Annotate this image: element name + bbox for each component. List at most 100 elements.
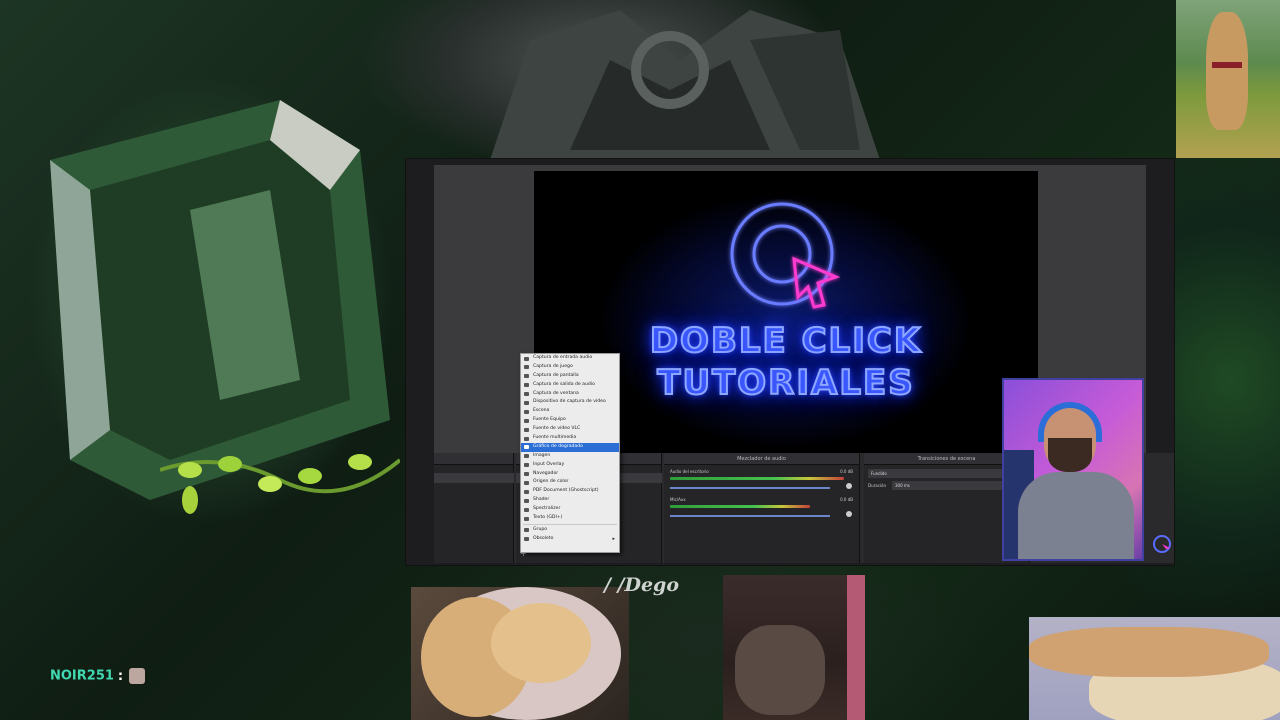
menu-item-label: PDF Document (Ghostscript): [533, 488, 599, 494]
menu-item-label: Captura de pantalla: [533, 372, 579, 378]
mixer-channel-1-db: 0.0 dB: [840, 469, 853, 474]
chat-emote-icon: [129, 668, 146, 684]
menu-item[interactable]: Fuente Equipo: [521, 416, 619, 425]
menu-item-label: Grupo: [533, 526, 548, 532]
pink-door: [847, 575, 865, 720]
background-vines-art: [160, 454, 400, 514]
menu-item[interactable]: Captura de ventana: [521, 390, 619, 399]
menu-item[interactable]: Captura de juego: [521, 363, 619, 372]
streamer-shirt: [1018, 472, 1134, 559]
menu-item-label: Dispositivo de captura de vídeo: [533, 399, 606, 405]
dog-collar: [1212, 62, 1242, 68]
menu-item[interactable]: Escena: [521, 407, 619, 416]
dog-photo-park: [1176, 0, 1280, 158]
channel-logo-icon: [1153, 535, 1171, 553]
menu-item[interactable]: Imagen: [521, 452, 619, 461]
globe-icon: [524, 472, 529, 477]
menu-item[interactable]: Spectralizer: [521, 505, 619, 514]
menu-item-label: Origen de color: [533, 479, 569, 485]
menu-item[interactable]: Captura de entrada audio: [521, 354, 619, 363]
gradient-icon: [524, 445, 529, 450]
mixer-channel-1-meter: [670, 477, 844, 480]
mixer-channel-2-meter: [670, 505, 810, 508]
menu-item-label: Captura de juego: [533, 363, 573, 369]
gamepad-icon: [524, 365, 529, 370]
menu-item-label: Fuente multimedia: [533, 435, 577, 441]
doble-click-logo-icon: [730, 202, 841, 309]
menu-item-label: Captura de ventana: [533, 390, 579, 396]
add-source-context-menu: Captura de entrada audio Captura de juego…: [520, 353, 620, 553]
dog-standing: [1206, 12, 1248, 130]
mixer-channel-2-gear-icon[interactable]: [846, 511, 852, 517]
menu-item[interactable]: PDF Document (Ghostscript): [521, 487, 619, 496]
dog-on-blanket-photo: [1029, 617, 1280, 720]
menu-item[interactable]: Captura de pantalla: [521, 372, 619, 381]
scene-item[interactable]: [434, 473, 514, 483]
menu-item[interactable]: Texto (GDI+): [521, 514, 619, 523]
menu-item[interactable]: Navegador: [521, 470, 619, 479]
menu-item[interactable]: Shader: [521, 496, 619, 505]
headset-icon: [1038, 402, 1102, 442]
menu-item-label: Captura de salida de audio: [533, 381, 595, 387]
mixer-title: Mezclador de audio: [664, 453, 859, 465]
menu-item-label: Shader: [533, 497, 550, 503]
pdf-icon: [524, 489, 529, 494]
mixer-channel-1-name: Audio del escritorio: [670, 469, 709, 474]
mixer-channel-2-name: Mic/Aux: [670, 497, 686, 502]
menu-separator: [523, 523, 617, 525]
menu-item[interactable]: Fuente de vídeo VLC: [521, 425, 619, 434]
transition-select[interactable]: Fundido: [868, 469, 1018, 478]
archive-icon: [524, 537, 529, 542]
sleeping-dog-2: [491, 603, 591, 683]
streamer-beard: [1048, 438, 1092, 472]
menu-item[interactable]: Captura de salida de audio: [521, 381, 619, 390]
menu-item[interactable]: Fuente multimedia: [521, 434, 619, 443]
lying-dog: [1029, 627, 1269, 677]
scenes-dock-header: [434, 453, 513, 465]
audio-mixer-dock: Mezclador de audio Audio del escritorio …: [664, 453, 860, 563]
media-icon: [524, 436, 529, 441]
menu-item-label: Captura de entrada audio: [533, 355, 593, 360]
menu-item-label: Spectralizer: [533, 506, 561, 512]
spectrum-icon: [524, 507, 529, 512]
duration-input[interactable]: 300 ms: [892, 481, 1018, 490]
keyboard-icon: [524, 463, 529, 468]
dark-dog: [735, 625, 825, 715]
menu-item-label: Navegador: [533, 470, 559, 476]
mixer-channel-2-db: 0.0 dB: [840, 497, 853, 502]
background-robot-art: [490, 10, 880, 160]
mic-icon: [524, 356, 529, 361]
menu-item-label: Obsoleto: [533, 535, 554, 541]
menu-item-label: Texto (GDI+): [533, 515, 563, 521]
menu-item[interactable]: Dispositivo de captura de vídeo: [521, 398, 619, 407]
image-icon: [524, 454, 529, 459]
browser-icon: [524, 418, 529, 423]
streamer-signature: / /Dego: [604, 574, 680, 596]
monitor-icon: [524, 374, 529, 379]
webcam-overlay: [1002, 378, 1144, 561]
submenu-arrow-icon: ▸: [612, 535, 615, 542]
mixer-channel-1-slider[interactable]: [670, 487, 830, 489]
menu-item[interactable]: Input Overlay: [521, 461, 619, 470]
brush-icon: [524, 480, 529, 485]
window-icon: [524, 392, 529, 397]
duration-label: Duración: [868, 483, 887, 488]
mixer-channel-1-gear-icon[interactable]: [846, 483, 852, 489]
menu-item[interactable]: Obsoleto ▸: [521, 535, 619, 544]
scenes-dock: [434, 453, 514, 563]
menu-item[interactable]: Gráfico de degradado: [521, 442, 619, 452]
menu-item[interactable]: Origen de color: [521, 478, 619, 487]
camera-icon: [524, 400, 529, 405]
speaker-icon: [524, 383, 529, 388]
shader-icon: [524, 498, 529, 503]
mixer-channel-2-slider[interactable]: [670, 515, 830, 517]
scene-icon: [524, 409, 529, 414]
menu-item-label: Fuente Equipo: [533, 417, 566, 423]
chat-separator: :: [117, 668, 124, 684]
stream-canvas: DOBLE CLICK TUTORIALES + Mezclador de au…: [0, 0, 1280, 720]
text-icon: [524, 516, 529, 521]
menu-item-label: Fuente de vídeo VLC: [533, 426, 581, 432]
play-icon: [524, 427, 529, 432]
dark-dog-photo: [723, 575, 865, 720]
menu-item[interactable]: Grupo: [521, 526, 619, 535]
